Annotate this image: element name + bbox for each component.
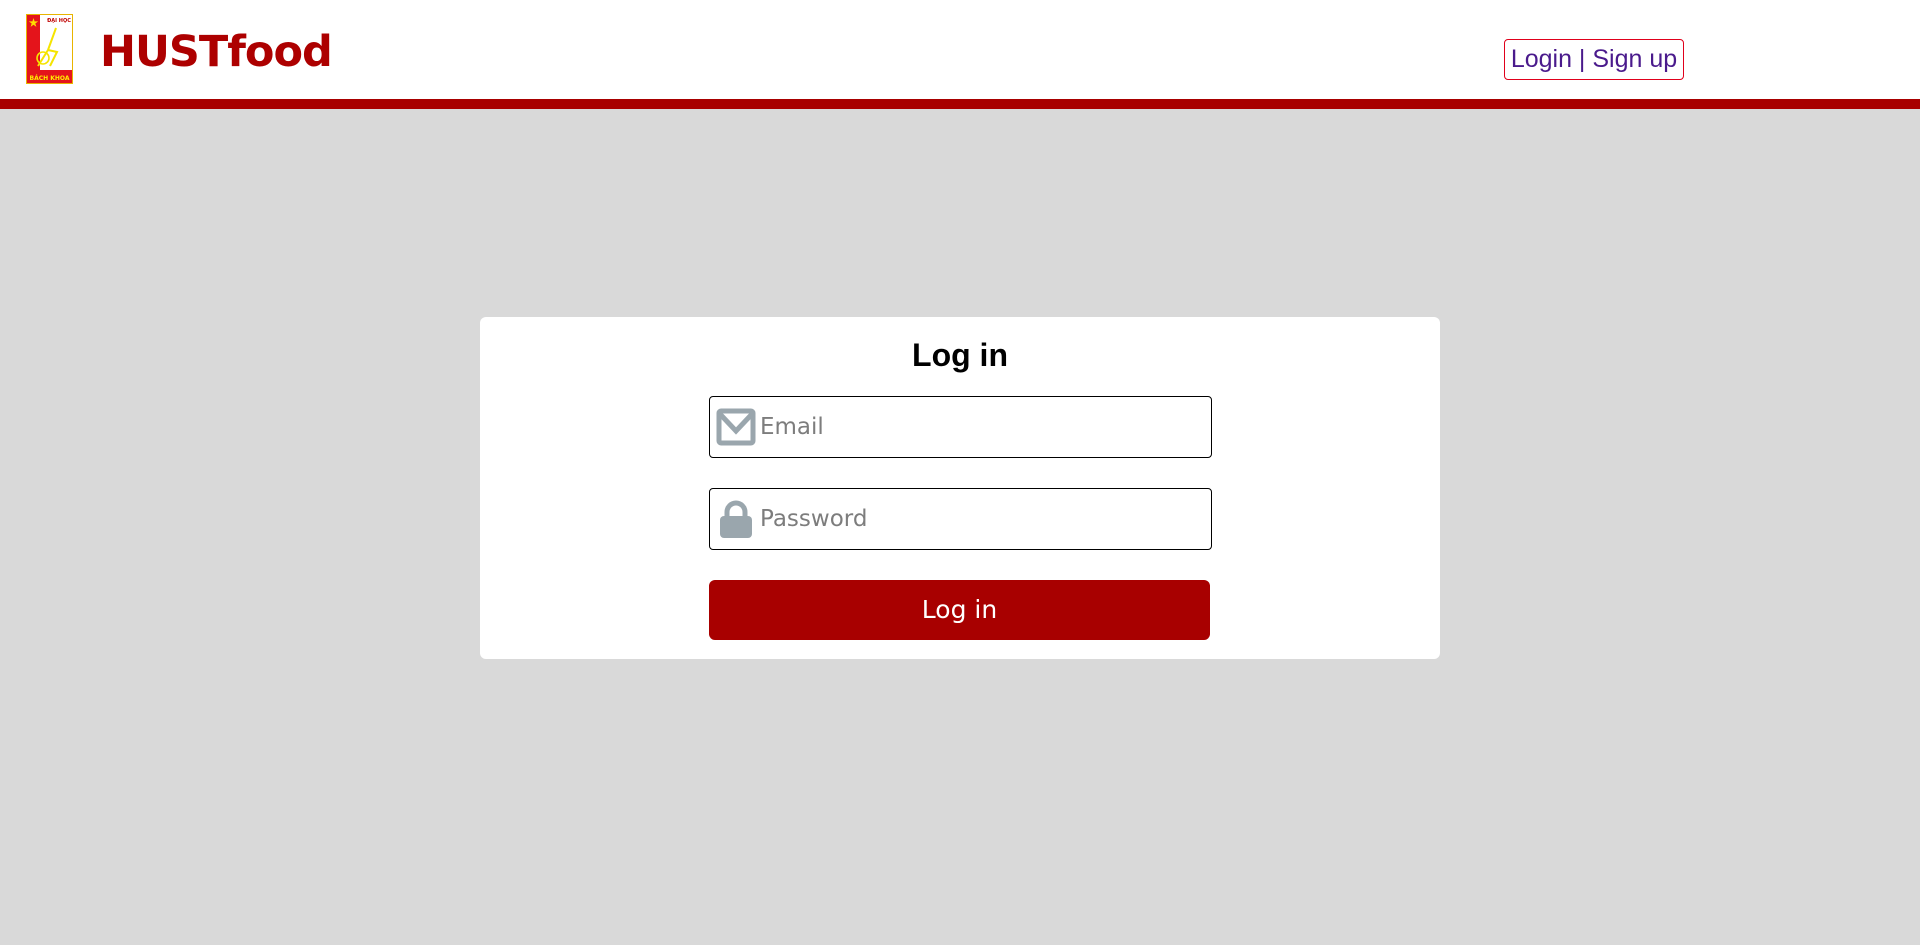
login-submit-button[interactable]: Log in <box>709 580 1210 640</box>
password-field[interactable] <box>709 488 1212 550</box>
bach-khoa-logo-icon[interactable]: ĐẠI HỌC BÁCH KHOA <box>26 14 73 84</box>
login-card: Log in Log in <box>480 317 1440 659</box>
brand-title[interactable]: HUSTfood <box>100 22 333 82</box>
login-signup-link[interactable]: Login | Sign up <box>1504 39 1684 80</box>
lock-icon <box>720 500 752 538</box>
login-title: Log in <box>912 337 1008 373</box>
logo-bottom-text: BÁCH KHOA <box>30 75 70 82</box>
email-field[interactable] <box>709 396 1212 458</box>
password-input[interactable] <box>760 489 1205 549</box>
envelope-icon <box>716 408 756 446</box>
site-header: ĐẠI HỌC BÁCH KHOA HUSTfood Login | Sign … <box>0 0 1920 99</box>
email-input[interactable] <box>760 397 1205 457</box>
header-divider <box>0 99 1920 109</box>
logo-top-text: ĐẠI HỌC <box>47 18 71 24</box>
